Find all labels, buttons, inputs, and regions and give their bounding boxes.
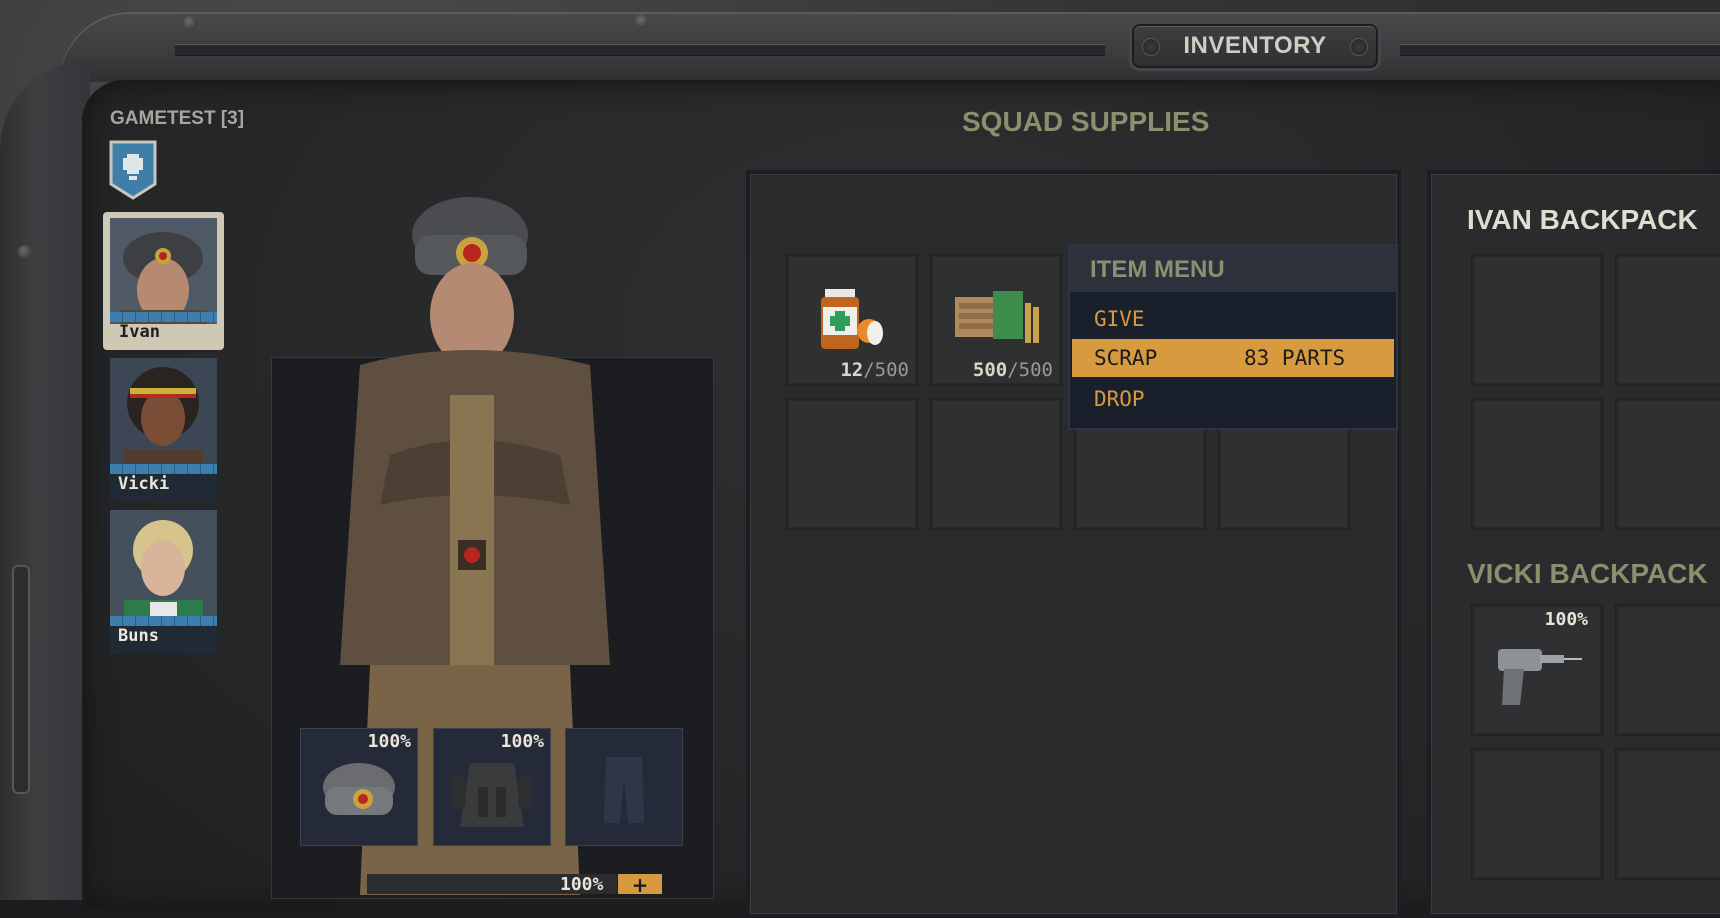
- supply-quantity: 500/500: [972, 359, 1053, 381]
- armor-vest-icon: [452, 763, 532, 827]
- item-menu: ITEM MENU GIVE SCRAP 83 PARTS DROP: [1068, 244, 1398, 430]
- screw-icon: [1350, 38, 1368, 56]
- squad-name: GAMETEST [3]: [110, 108, 245, 129]
- character-card-vicki[interactable]: Vicki: [110, 358, 217, 502]
- ivan-backpack-slot[interactable]: [1471, 254, 1603, 386]
- item-condition: 100%: [1544, 609, 1588, 630]
- supplies-title: SQUAD SUPPLIES: [962, 106, 1210, 137]
- vicki-backpack-title: VICKI BACKPACK: [1467, 558, 1708, 589]
- menu-drop-option[interactable]: DROP: [1072, 380, 1394, 418]
- side-handle: [12, 565, 30, 794]
- buns-portrait: [110, 510, 217, 616]
- rivet-icon: [183, 16, 197, 30]
- equipment-slot-body[interactable]: 100%: [433, 728, 551, 846]
- equipment-slot-legs[interactable]: [565, 728, 683, 846]
- medicine-bottle-icon: [821, 289, 883, 349]
- weapon-condition: 100%: [560, 874, 604, 895]
- scrap-parts-yield: 83 PARTS: [1244, 346, 1346, 370]
- ammo-box-icon: [955, 291, 1039, 343]
- equipment-slot-head[interactable]: 100%: [300, 728, 418, 846]
- equipment-condition: 100%: [500, 731, 544, 752]
- ivan-backpack-slot[interactable]: [1615, 254, 1720, 386]
- character-card-buns[interactable]: Buns: [110, 510, 217, 654]
- buns-health-bar: [110, 616, 217, 626]
- vicki-backpack-slot[interactable]: 100%: [1471, 604, 1603, 736]
- rivet-icon: [635, 14, 649, 28]
- character-name: Ivan: [119, 322, 160, 342]
- ushanka-hat-icon: [323, 763, 395, 815]
- ivan-portrait: [110, 218, 217, 324]
- pants-icon: [604, 757, 644, 823]
- menu-give-option[interactable]: GIVE: [1072, 300, 1394, 338]
- character-name: Vicki: [118, 474, 170, 494]
- supply-slot[interactable]: 500/500: [930, 254, 1062, 386]
- ivan-health-bar: [110, 312, 217, 322]
- equipment-condition: 100%: [367, 731, 411, 752]
- vicki-backpack-slot[interactable]: [1615, 604, 1720, 736]
- vicki-backpack-slot[interactable]: [1471, 748, 1603, 880]
- screw-icon: [1142, 38, 1160, 56]
- ivan-backpack-slot[interactable]: [1615, 398, 1720, 530]
- character-card-ivan[interactable]: Ivan: [103, 212, 224, 350]
- backpack-panel: 100%: [1427, 170, 1720, 918]
- supply-slot-empty[interactable]: [786, 398, 918, 530]
- rivet-icon: [18, 245, 32, 259]
- vicki-backpack-slot[interactable]: [1615, 748, 1720, 880]
- add-weapon-button[interactable]: +: [618, 874, 662, 896]
- ivan-backpack-title: IVAN BACKPACK: [1467, 204, 1698, 235]
- vicki-portrait: [110, 358, 217, 464]
- inventory-tab-label: INVENTORY: [1183, 32, 1327, 59]
- item-menu-header: ITEM MENU: [1070, 246, 1396, 292]
- supply-quantity: 12/500: [840, 359, 909, 381]
- character-name: Buns: [118, 626, 159, 646]
- supply-slot[interactable]: 12/500: [786, 254, 918, 386]
- inventory-tab[interactable]: INVENTORY: [1132, 24, 1378, 68]
- ivan-backpack-slot[interactable]: [1471, 398, 1603, 530]
- frame-rail-right: [1400, 44, 1720, 56]
- vicki-health-bar: [110, 464, 217, 474]
- menu-scrap-option[interactable]: SCRAP 83 PARTS: [1072, 339, 1394, 377]
- frame-rail-left: [175, 44, 1105, 56]
- squad-badge-icon: [109, 140, 157, 200]
- drill-gun-icon: [1498, 649, 1582, 705]
- supply-slot-empty[interactable]: [930, 398, 1062, 530]
